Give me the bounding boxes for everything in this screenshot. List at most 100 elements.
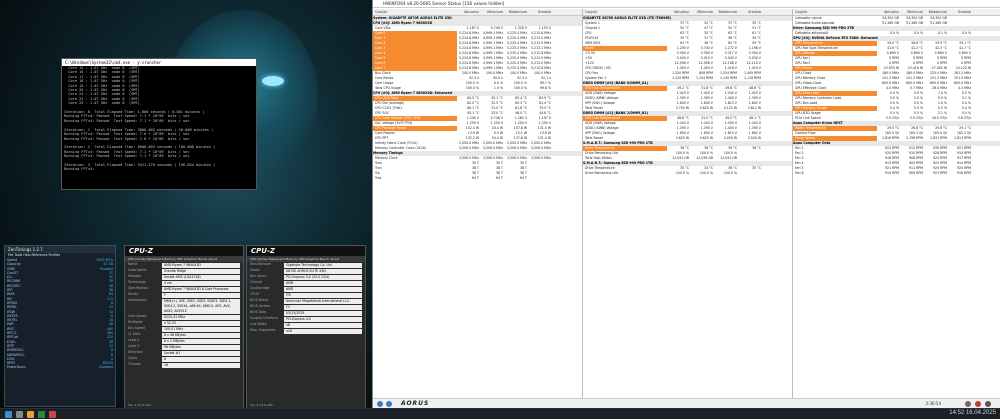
hwinfo-sensor-list: Całkowite użycie 54,304 GB 54,304 GB 54,304… <box>793 16 1000 176</box>
cpuz-field-value: Gigabyte Technology Co. Ltd. <box>284 262 362 268</box>
wallpaper-eye-right <box>262 76 284 86</box>
cpuz-version: Ver. 2.13.0.x64 <box>250 403 273 407</box>
hwinfo-window[interactable]: HWiNFO64 v8.20-5665 Sensor Status [156 v… <box>372 0 1000 408</box>
terminal-window[interactable]: C:\Windows\System32\cmd.exe - y-cruncher… <box>61 58 257 190</box>
cpuz-field-label: Instructions <box>128 298 147 302</box>
hwinfo-icon[interactable] <box>49 411 56 418</box>
sensor-value: 16.0 GT/s <box>931 116 947 120</box>
cpuz-field-value: x16 <box>284 328 362 334</box>
cpuz-field-value: 8 x 48 KBytes <box>162 332 240 338</box>
cpuz-field-value: Socket AM5 (LGA1718) <box>162 274 240 280</box>
sensor-value: 3,000.0 MHz <box>507 146 527 150</box>
sensor-value: 84 T <box>471 176 479 180</box>
hwinfo-pane-1[interactable]: Czujnik Aktualny Minimum Maksimum Średnio Sy… <box>373 9 583 398</box>
sensor-value: 3.540 W <box>747 136 761 140</box>
sensor-value: 0.0 % <box>961 31 971 35</box>
sensor-value: 84 T <box>495 176 503 180</box>
terminal-icon[interactable] <box>38 411 45 418</box>
sensor-value: 2,813 RPM <box>953 136 971 140</box>
timing-label: PowerDown <box>7 365 26 370</box>
cpuz-field-value: Socket #1 <box>162 350 240 356</box>
cpuz-window-cpu[interactable]: CPU-Z CPU Caches Mainboard Memory SPD Gr… <box>124 245 244 410</box>
sensor-value <box>949 21 973 26</box>
cpuz-field-value: 96 MBytes <box>162 344 240 350</box>
cpuz-field-value: 100.01 MHz <box>162 326 240 332</box>
sensor-value: 3.625 W <box>675 136 689 140</box>
sensor-value: 2,816 RPM <box>881 136 899 140</box>
hwinfo-header: Czujnik Aktualny Minimum Maksimum Średnio <box>793 9 1000 16</box>
sensor-row[interactable]: Drive Remaining Life 100.0 % 100.0 % 100.0 … <box>583 171 792 176</box>
sensor-row[interactable]: Memory Controller Clock (UCLK) 3,000.0 MH… <box>373 146 582 151</box>
hwinfo-pane-2[interactable]: Czujnik Aktualny Minimum Maksimum Średnio GI… <box>583 9 793 398</box>
collapse-icon[interactable] <box>386 401 392 407</box>
cpuz-field-value: AMD <box>284 280 362 286</box>
search-icon[interactable] <box>16 411 23 418</box>
hwinfo-pane-3[interactable]: Czujnik Aktualny Minimum Maksimum Średnio Ca… <box>793 9 1000 398</box>
sensor-value <box>739 156 763 161</box>
sensor-value: 1,118 RPM <box>743 76 761 80</box>
cpuz-field-value: x8 <box>284 322 362 328</box>
expand-icon[interactable] <box>377 401 383 407</box>
settings-icon[interactable] <box>965 401 971 407</box>
sensor-value: 1,104 RPM <box>695 76 713 80</box>
sensor-value: 909 RPM <box>909 171 923 175</box>
cpuz-field-value: PCI-Express 5.0 (32.0 GT/s) <box>284 274 362 280</box>
zentimings-table: Speed 6000 MT/s Capacity 32 GB GDM Enabled Cmd… <box>5 258 115 370</box>
cpuz-field-value: American Megatrends International LLC. <box>284 298 362 304</box>
sensor-value: 0.1 % <box>937 31 947 35</box>
sensor-value: 51,260 GB <box>882 21 899 25</box>
sensor-name: Drive Remaining Life <box>585 171 619 175</box>
cpuz-mainboard-fields: Manufacturer Gigabyte Technology Co. Ltd.… <box>247 262 365 334</box>
sensor-value: 1,120 RPM <box>671 76 689 80</box>
terminal-title: C:\Windows\System32\cmd.exe - y-cruncher <box>62 59 256 66</box>
sensor-value: 927 RPM <box>933 171 947 175</box>
cpuz-window-mainboard[interactable]: CPU-Z CPU Caches Mainboard Memory SPD Gr… <box>246 245 366 410</box>
sensor-value <box>529 176 553 181</box>
cpuz-field-value: AMD Ryzen 7 9800X3D 8-Core Processor <box>162 286 240 292</box>
sensor-value: 0.0 % <box>889 31 899 35</box>
sensor-value: 3.750 W <box>675 106 689 110</box>
taskbar: 14:52 16.04.2025 <box>0 408 1000 419</box>
taskbar-clock[interactable]: 14:52 16.04.2025 <box>949 410 996 416</box>
cpuz-field-value: AMD Ryzen 7 9800X3D <box>162 262 240 268</box>
sensor-value: 918 RPM <box>957 171 971 175</box>
sensor-row[interactable]: Fan 6 919 RPM 909 RPM 927 RPM 918 RPM <box>793 171 1000 176</box>
sensor-row[interactable]: Tras 84 T 84 T 84 T <box>373 176 582 181</box>
cpuz-field-value: 8 <box>162 356 240 362</box>
cpuz-field-value: 5225.41 MHz <box>162 314 240 320</box>
cpuz-logo: CPU-Z <box>247 246 365 256</box>
zentimings-window[interactable]: ZenTimings 1.2.7 File Tools Help Referen… <box>4 245 116 407</box>
cpuz-field-value: 8 x 1 MBytes <box>162 338 240 344</box>
sensor-value: 51,260 GB <box>906 21 923 25</box>
cpuz-cpu-fields: Name AMD Ryzen 7 9800X3D Code Name Granite … <box>125 262 243 368</box>
cpuz-field-value: Granite Ridge <box>162 268 240 274</box>
sensor-value: 4.125 W <box>723 106 737 110</box>
cpuz-field-value: 03/13/2025 <box>284 310 362 316</box>
sensor-value: 100.0 % <box>465 86 479 90</box>
hwinfo-header: Czujnik Aktualny Minimum Maksimum Średnio <box>373 9 582 16</box>
sensor-value: 2,831 RPM <box>929 136 947 140</box>
cpuz-field-value: 16 <box>162 362 240 368</box>
sensor-value: 100.0 % <box>723 171 737 175</box>
sensor-value: 2.5 GT/s <box>909 116 923 120</box>
reset-icon[interactable] <box>975 401 981 407</box>
file-explorer-icon[interactable] <box>27 411 34 418</box>
sensor-value: 99.8 % <box>539 86 551 90</box>
cpuz-version: Ver. 2.13.0.x64 <box>128 403 151 407</box>
sensor-value: 2.5 GT/s <box>885 116 899 120</box>
sensor-value: 12,039 GB <box>696 156 713 160</box>
cpuz-field-value: F <box>162 292 240 298</box>
terminal-output: Core 15 : 1.07 GHz node 0 (SMT) Core 16 … <box>62 66 256 172</box>
cpuz-field-value: MMX(+), SSE, SSE2, SSE3, SSSE3, SSE4.1, … <box>162 298 240 314</box>
hwinfo-title: HWiNFO64 v8.20-5665 Sensor Status [156 v… <box>373 0 1000 8</box>
zentimings-title: ZenTimings 1.2.7 <box>5 246 115 253</box>
start-icon[interactable] <box>5 411 12 418</box>
sensor-value: 100.0 % <box>513 86 527 90</box>
close-icon[interactable] <box>985 401 991 407</box>
terminal-line: Running FFTv4: <box>64 167 95 172</box>
cpuz-field-value: ITE <box>284 292 362 298</box>
hwinfo-sensor-list: System: GIGABYTE X870E AORUS ELITE X3D CP… <box>373 16 582 181</box>
hwinfo-statusbar: AORUS 2:36:54 <box>373 398 1000 408</box>
sensor-value: 12,041 GB <box>720 156 737 160</box>
sensor-value: 919 RPM <box>885 171 899 175</box>
